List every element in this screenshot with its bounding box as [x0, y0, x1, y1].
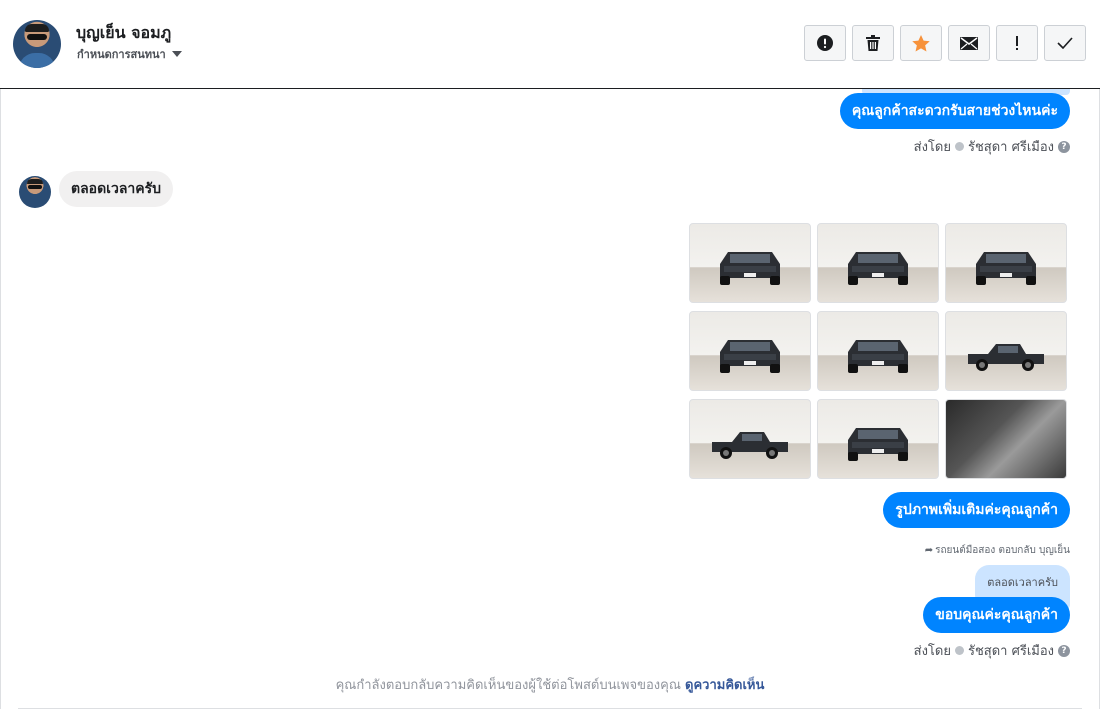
- truck-image: [848, 252, 908, 285]
- follow-up-button[interactable]: [996, 25, 1038, 61]
- truck-rear-photo[interactable]: [817, 399, 939, 479]
- comment-reply-notice-text: คุณกำลังตอบกลับความคิดเห็นของผู้ใช้ต่อโพ…: [335, 678, 681, 693]
- truck-side-left-photo[interactable]: [689, 399, 811, 479]
- conversation-settings-label: กำหนดการสนทนา: [77, 48, 166, 61]
- caret-down-icon: [171, 51, 182, 57]
- truck-image: [848, 340, 908, 373]
- checkmark-icon: [1057, 37, 1073, 49]
- reply-context: ➦ รถยนต์มือสอง ตอบกลับ บุญเย็น: [925, 543, 1070, 558]
- truck-rear-right-photo[interactable]: [945, 223, 1067, 303]
- view-comment-link[interactable]: ดูความคิดเห็น: [685, 678, 764, 693]
- outgoing-message[interactable]: คุณลูกค้าสะดวกรับสายช่วงไหนค่ะ: [839, 93, 1070, 129]
- seen-check-icon: [954, 646, 964, 655]
- truck-front-photo[interactable]: [817, 223, 939, 303]
- sent-by-info: ส่งโดย รัชสุดา ศรีเมือง ?: [914, 640, 1070, 661]
- trash-icon: [866, 35, 880, 51]
- seen-check-icon: [954, 142, 964, 151]
- avatar[interactable]: [19, 176, 51, 208]
- star-button[interactable]: [900, 25, 942, 61]
- truck-image: [848, 428, 908, 461]
- truck-front-left-photo[interactable]: [689, 223, 811, 303]
- help-icon[interactable]: ?: [1058, 140, 1070, 153]
- outgoing-message[interactable]: รูปภาพเพิ่มเติมค่ะคุณลูกค้า: [883, 492, 1070, 528]
- truck-interior-photo[interactable]: [945, 399, 1067, 479]
- truck-rear-left-photo[interactable]: [689, 311, 811, 391]
- avatar[interactable]: [13, 20, 61, 68]
- mark-unread-button[interactable]: [948, 25, 990, 61]
- sent-by-name[interactable]: รัชสุดา ศรีเมือง: [968, 640, 1054, 661]
- star-icon: [912, 34, 930, 51]
- conversation-header: บุญเย็น จอมภู กำหนดการสนทนา: [0, 0, 1100, 89]
- truck-side-right-photo[interactable]: [945, 311, 1067, 391]
- sent-by-label: ส่งโดย: [913, 644, 951, 659]
- mark-spam-button[interactable]: [804, 25, 846, 61]
- outgoing-message[interactable]: ขอบคุณค่ะคุณลูกค้า: [923, 597, 1070, 633]
- help-icon[interactable]: ?: [1058, 644, 1070, 657]
- comment-reply-notice: คุณกำลังตอบกลับความคิดเห็นของผู้ใช้ต่อโพ…: [0, 674, 1100, 695]
- reply-arrow-icon: ➦: [924, 545, 934, 556]
- envelope-icon: [960, 36, 978, 50]
- sent-by-label: ส่งโดย: [913, 140, 951, 155]
- truck-image: [968, 344, 1044, 371]
- truck-image: [712, 432, 788, 459]
- mark-done-button[interactable]: [1044, 25, 1086, 61]
- conversation-settings-dropdown[interactable]: กำหนดการสนทนา: [77, 45, 182, 63]
- incoming-message[interactable]: ตลอดเวลาครับ: [59, 171, 174, 207]
- divider: [18, 708, 1082, 709]
- contact-name[interactable]: บุญเย็น จอมภู: [76, 21, 171, 46]
- truck-image: [720, 340, 780, 373]
- delete-button[interactable]: [852, 25, 894, 61]
- exclamation-icon: [1016, 36, 1018, 50]
- truck-image: [720, 252, 780, 285]
- sent-by-name[interactable]: รัชสุดา ศรีเมือง: [968, 136, 1054, 157]
- alert-circle-icon: [817, 35, 833, 51]
- sent-by-info: ส่งโดย รัชสุดา ศรีเมือง ?: [914, 136, 1070, 157]
- truck-front-right-photo[interactable]: [817, 311, 939, 391]
- reply-context-text: รถยนต์มือสอง ตอบกลับ บุญเย็น: [935, 545, 1070, 556]
- truck-image: [976, 252, 1036, 285]
